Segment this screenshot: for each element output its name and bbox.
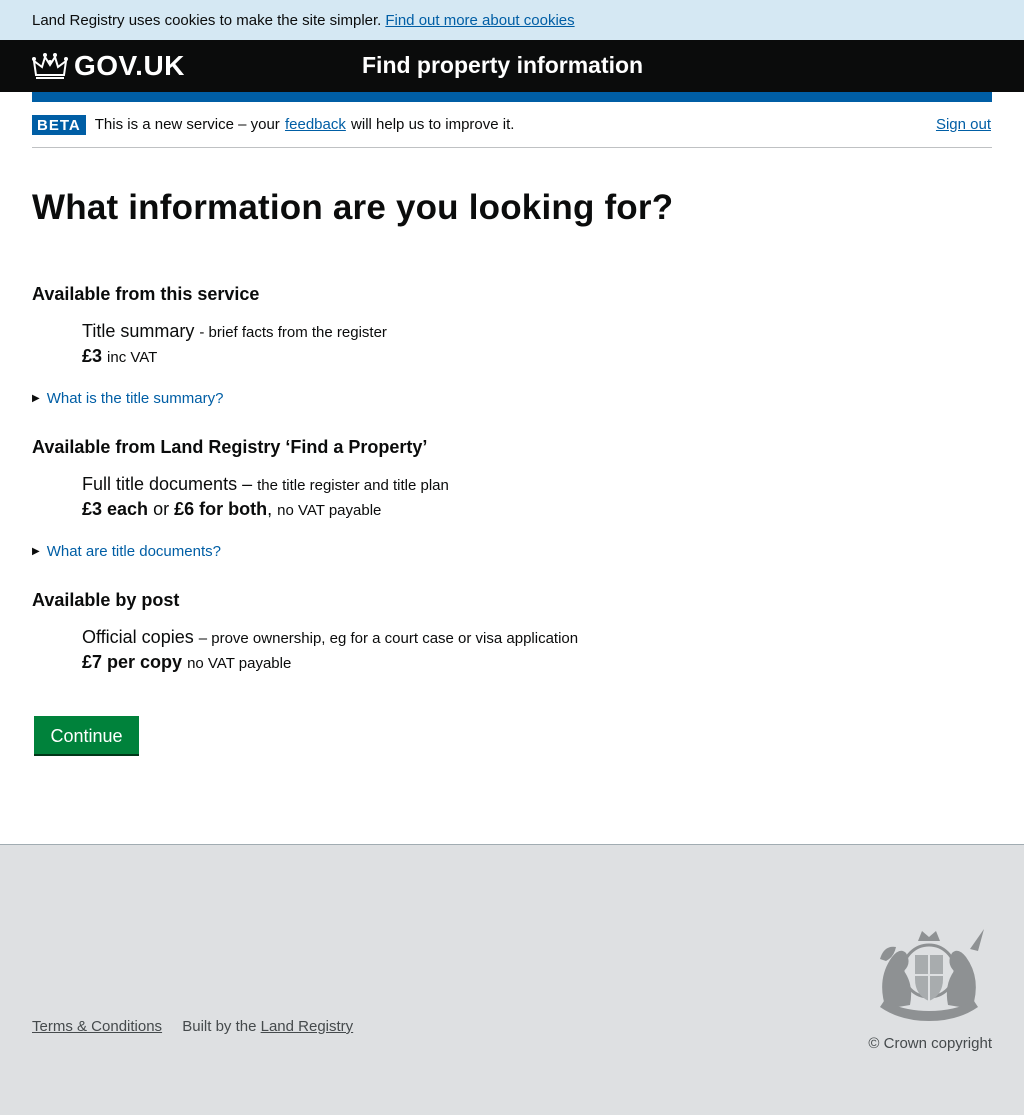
official-copies-option: Official copies – prove ownership, eg fo… <box>82 627 578 673</box>
beta-tag: BETA <box>32 114 86 135</box>
page-title: What information are you looking for? <box>32 188 674 227</box>
land-registry-link[interactable]: Land Registry <box>261 1018 354 1035</box>
option-price-each: £3 each <box>82 499 149 519</box>
details-summary-text: What is the title summary? <box>46 390 224 407</box>
feedback-link[interactable]: feedback <box>285 116 346 133</box>
details-title-summary[interactable]: ▶ What is the title summary? <box>32 390 223 407</box>
option-name: Full title documents – <box>82 474 253 494</box>
terms-link[interactable]: Terms & Conditions <box>32 1018 162 1035</box>
option-description: the title register and title plan <box>257 477 449 494</box>
govuk-logo-link[interactable]: GOV.UK <box>32 50 185 82</box>
title-summary-option: Title summary - brief facts from the reg… <box>82 321 387 367</box>
option-description: – prove ownership, eg for a court case o… <box>198 630 579 647</box>
cookie-text: Land Registry uses cookies to make the s… <box>32 11 382 29</box>
sign-out-link[interactable]: Sign out <box>936 116 991 133</box>
phase-text-before: This is a new service – your <box>94 116 280 133</box>
section-heading-by-post: Available by post <box>32 590 180 610</box>
option-comma: , <box>267 499 273 519</box>
option-price-note: no VAT payable <box>277 502 382 519</box>
header-blue-bar <box>32 92 992 102</box>
logo-text: GOV.UK <box>74 50 185 81</box>
triangle-right-icon: ▶ <box>32 393 40 404</box>
phase-text: This is a new service – your feedback wi… <box>95 116 515 133</box>
option-description: - brief facts from the register <box>199 324 387 341</box>
royal-coat-of-arms-icon <box>880 929 984 1021</box>
section-heading-find-a-property: Available from Land Registry ‘Find a Pro… <box>32 437 428 457</box>
option-price-note: inc VAT <box>107 349 158 366</box>
footer-links: Terms & Conditions Built by the Land Reg… <box>32 1018 353 1035</box>
option-price: £3 <box>82 346 103 366</box>
option-price: £7 per copy <box>82 652 183 672</box>
option-or: or <box>153 499 170 519</box>
title-documents-option: Full title documents – the title registe… <box>82 474 449 520</box>
govuk-header: GOV.UK Find property information <box>0 40 1024 92</box>
continue-button[interactable]: Continue <box>34 716 139 754</box>
footer: Terms & Conditions Built by the Land Reg… <box>0 844 1024 1115</box>
section-heading-service: Available from this service <box>32 284 260 304</box>
triangle-right-icon: ▶ <box>32 546 40 557</box>
option-price-note: no VAT payable <box>187 655 292 672</box>
details-title-documents[interactable]: ▶ What are title documents? <box>32 543 221 560</box>
crown-icon <box>32 53 68 79</box>
option-price-both: £6 for both <box>174 499 268 519</box>
service-name-link[interactable]: Find property information <box>362 52 643 79</box>
option-name: Official copies <box>82 627 194 647</box>
cookie-banner: Land Registry uses cookies to make the s… <box>0 0 1024 40</box>
cookie-info-link[interactable]: Find out more about cookies <box>385 12 574 29</box>
built-by-text: Built by the <box>182 1018 257 1035</box>
details-summary-text: What are title documents? <box>46 543 221 560</box>
phase-banner: BETA This is a new service – your feedba… <box>32 102 992 148</box>
phase-text-after: will help us to improve it. <box>351 116 515 133</box>
crown-copyright: © Crown copyright <box>868 1035 992 1052</box>
option-name: Title summary <box>82 321 195 341</box>
